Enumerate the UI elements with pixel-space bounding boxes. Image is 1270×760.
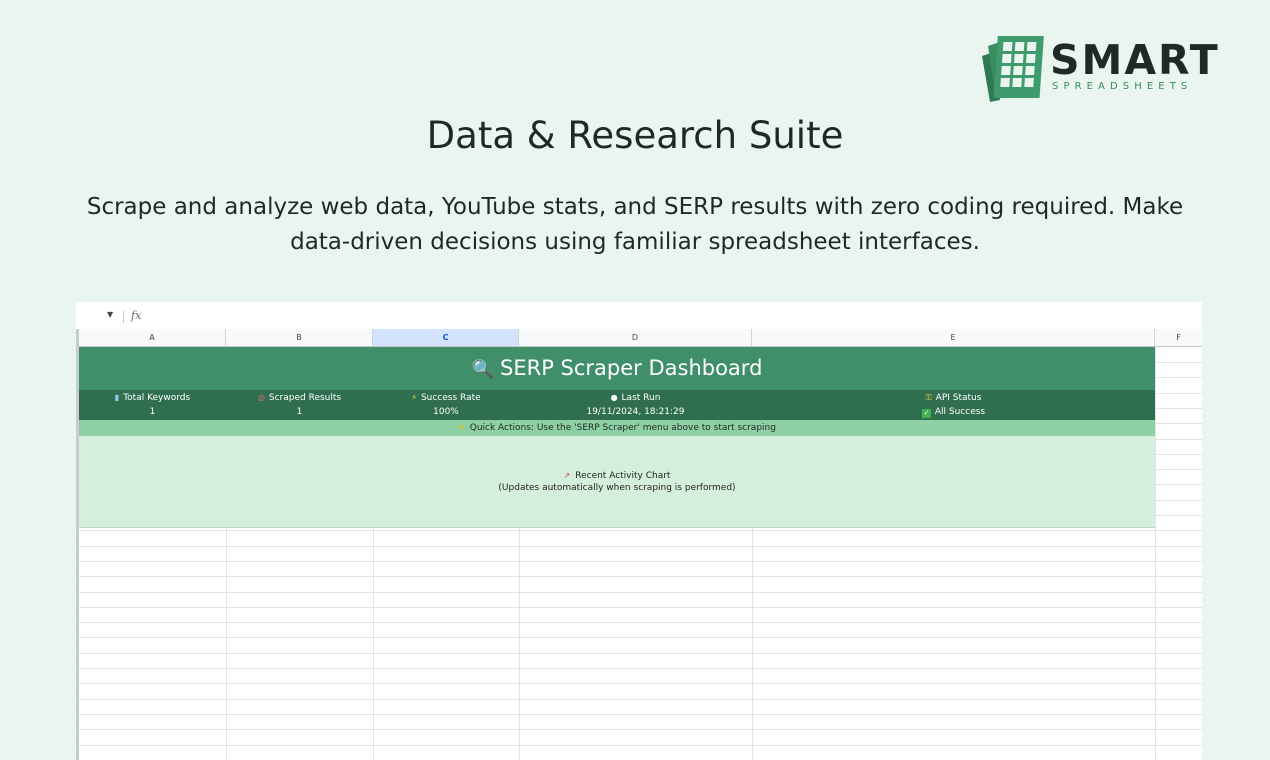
row-gridline [79,653,1202,654]
stat-api-status-label[interactable]: ⚿ API Status [752,390,1155,405]
row-gridline [79,561,1202,562]
column-header-a[interactable]: A [79,329,226,347]
stat-success-rate-label[interactable]: ⚡ Success Rate [373,390,519,405]
chart-title: Recent Activity Chart [575,471,671,481]
fx-icon: fx [131,309,142,322]
stat-scraped-results-label[interactable]: ◎ Scraped Results [226,390,373,405]
row-gridline [79,683,1202,684]
row-gridline [79,637,1202,638]
quick-actions-bar[interactable]: ✦ Quick Actions: Use the 'SERP Scraper' m… [79,420,1155,436]
chart-up-icon: ↗ [563,471,571,480]
row-gridline [79,622,1202,623]
dropdown-caret-icon[interactable]: ▼ [107,310,113,319]
stat-total-keywords-value[interactable]: 1 [79,405,226,420]
brand-name: SMART [1050,36,1220,84]
column-header-d[interactable]: D [519,329,752,347]
formula-divider [123,311,124,323]
row-gridline [79,607,1202,608]
key-icon: ⚿ [925,393,932,402]
dashboard-title: SERP Scraper Dashboard [500,356,763,380]
column-header-e[interactable]: E [752,329,1155,347]
stat-scraped-results-value[interactable]: 1 [226,405,373,420]
brand-logo: SMART SPREADSHEETS [980,34,1220,104]
row-gridline [79,668,1202,669]
page-subtitle: Scrape and analyze web data, YouTube sta… [86,194,1184,255]
check-icon: ✓ [921,409,931,418]
spreadsheet-view: ▼ fx A B C D E F 🔍 SERP Scraper Dashboard… [76,302,1202,760]
target-icon: ◎ [257,393,265,402]
stats-value-row: 1 1 100% 19/11/2024, 18:21:29 ✓ All Succe… [79,405,1155,420]
row-gridline [79,530,1202,531]
row-gridline [79,546,1202,547]
row-gridline [79,729,1202,730]
stat-last-run-value[interactable]: 19/11/2024, 18:21:29 [519,405,752,420]
stat-total-keywords-label[interactable]: ▮ Total Keywords [79,390,226,405]
formula-bar[interactable]: ▼ fx [76,302,1202,330]
column-header-c[interactable]: C [373,329,519,347]
page-title: Data & Research Suite [426,114,844,157]
spreadsheet-logo-icon [982,36,1044,102]
column-header-b[interactable]: B [226,329,373,347]
dashboard-banner: 🔍 SERP Scraper Dashboard [79,347,1155,390]
quick-actions-text: Quick Actions: Use the 'SERP Scraper' me… [469,423,776,433]
magnifier-icon: 🔍 [471,359,494,380]
row-gridline [79,699,1202,700]
stat-success-rate-value[interactable]: 100% [373,405,519,420]
stat-last-run-label[interactable]: ● Last Run [519,390,752,405]
clock-icon: ● [610,393,618,402]
brand-tagline: SPREADSHEETS [1052,81,1193,92]
column-header-f[interactable]: F [1155,329,1202,347]
stats-label-row: ▮ Total Keywords ◎ Scraped Results ⚡ Succes… [79,390,1155,405]
stat-api-status-value[interactable]: ✓ All Success [752,405,1155,420]
chart-note: (Updates automatically when scraping is … [498,483,736,493]
recent-activity-chart-area[interactable]: ↗ Recent Activity Chart (Updates automati… [79,436,1155,528]
row-gridline [79,592,1202,593]
row-gridline [79,714,1202,715]
lightbulb-icon: ✦ [458,423,465,432]
row-gridline [79,576,1202,577]
row-gridline [79,745,1202,746]
lightning-icon: ⚡ [411,393,417,402]
bar-chart-icon: ▮ [114,393,120,402]
